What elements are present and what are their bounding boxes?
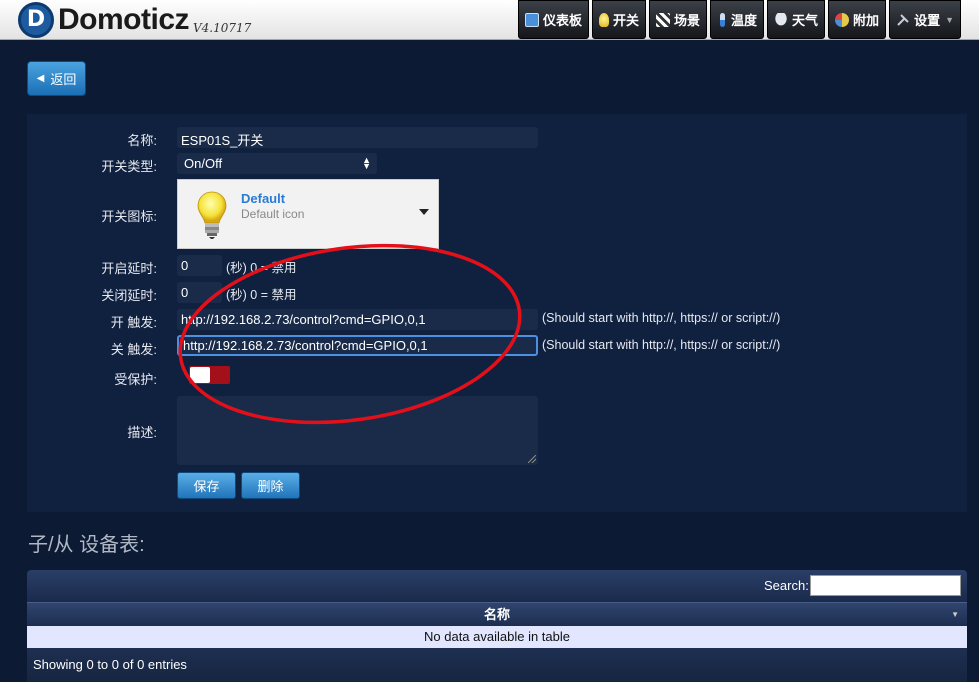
off-action-label: 关 触发: <box>110 342 157 357</box>
lightbulb-icon <box>197 191 227 239</box>
on-delay-input[interactable]: 0 <box>177 255 222 276</box>
domoticz-logo-icon: D <box>18 2 54 38</box>
on-action-label: 开 触发: <box>110 315 157 330</box>
sub-devices-title: 子/从 设备表: <box>28 534 145 556</box>
nav-weather[interactable]: 天气 <box>767 0 826 39</box>
on-action-input[interactable]: http://192.168.2.73/control?cmd=GPIO,0,1 <box>177 309 538 330</box>
on-action-hint: (Should start with http://, https:// or … <box>542 311 781 325</box>
icon-description: Default icon <box>241 207 305 221</box>
switch-type-label: 开关类型: <box>101 159 157 174</box>
off-action-hint: (Should start with http://, https:// or … <box>542 338 781 352</box>
back-button-label: 返回 <box>50 72 77 87</box>
switch-icon-label: 开关图标: <box>101 209 157 224</box>
nav-label: 场景 <box>674 13 701 28</box>
icon-name: Default <box>241 191 286 206</box>
nav-label: 温度 <box>731 13 758 28</box>
on-delay-hint: (秒) 0 = 禁用 <box>226 261 297 275</box>
nav-label: 设置 <box>914 13 941 28</box>
nav-setup[interactable]: 设置 ▼ <box>889 0 961 39</box>
lightbulb-icon <box>598 12 609 27</box>
gauge-icon <box>835 12 850 27</box>
dropdown-caret-icon: ▼ <box>945 14 954 25</box>
sub-devices-table: Search: 名称 ▼ No data available in table … <box>27 570 967 682</box>
nav-label: 仪表板 <box>542 13 582 28</box>
nav-label: 开关 <box>612 13 639 28</box>
nav-temperature[interactable]: 温度 <box>710 0 765 39</box>
chevron-down-icon <box>419 209 429 215</box>
column-header-name[interactable]: 名称 ▼ <box>27 602 967 626</box>
column-header-label: 名称 <box>483 607 510 622</box>
name-input[interactable]: ESP01S_开关 <box>177 127 538 148</box>
app-name: Domoticz <box>58 3 190 36</box>
back-button[interactable]: ◀ 返回 <box>27 61 86 96</box>
off-action-input[interactable]: http://192.168.2.73/control?cmd=GPIO,0,1 <box>177 335 538 356</box>
name-label: 名称: <box>127 133 157 148</box>
nav-utility[interactable]: 附加 <box>828 0 887 39</box>
main-nav: 仪表板 开关 场景 温度 天气 附加 设置 ▼ <box>517 0 961 39</box>
app-version: V4.10717 <box>193 21 252 35</box>
switch-icon-select[interactable]: Default Default icon <box>177 179 439 249</box>
weather-icon <box>774 12 789 27</box>
logo[interactable]: D Domoticz V4.10717 <box>18 2 251 38</box>
description-label: 描述: <box>127 425 157 440</box>
clapperboard-icon <box>656 12 670 27</box>
tools-icon <box>897 13 909 26</box>
table-empty-row: No data available in table <box>27 626 967 648</box>
device-edit-form: 名称: ESP01S_开关 开关类型: On/Off ▲ ▼ 开关图标: Defa… <box>27 114 967 512</box>
table-info: Showing 0 to 0 of 0 entries <box>33 657 187 672</box>
protected-toggle[interactable] <box>189 366 230 384</box>
sort-icon: ▼ <box>951 610 959 619</box>
nav-dashboard[interactable]: 仪表板 <box>517 0 589 39</box>
table-toolbar: Search: <box>27 570 967 602</box>
switch-type-select[interactable]: On/Off ▲ ▼ <box>177 153 377 174</box>
save-button[interactable]: 保存 <box>177 472 236 499</box>
top-bar: D Domoticz V4.10717 仪表板 开关 场景 温度 天气 附加 设… <box>0 0 979 40</box>
logo-letter: D <box>26 7 46 32</box>
on-delay-label: 开启延时: <box>101 261 157 276</box>
nav-switches[interactable]: 开关 <box>591 0 646 39</box>
dashboard-icon <box>524 12 539 27</box>
thermometer-icon <box>720 12 726 27</box>
off-delay-input[interactable]: 0 <box>177 282 222 303</box>
toggle-knob <box>190 367 210 383</box>
select-arrows-icon: ▲ ▼ <box>362 155 371 171</box>
off-delay-label: 关闭延时: <box>101 288 157 303</box>
nav-label: 附加 <box>853 13 880 28</box>
resize-handle-icon[interactable] <box>528 455 536 463</box>
search-label: Search: <box>764 578 809 593</box>
table-footer: Showing 0 to 0 of 0 entries <box>27 648 967 682</box>
off-delay-hint: (秒) 0 = 禁用 <box>226 288 297 302</box>
chevron-left-icon: ◀ <box>36 73 45 84</box>
description-textarea[interactable] <box>177 396 538 465</box>
nav-label: 天气 <box>792 13 819 28</box>
delete-button[interactable]: 删除 <box>241 472 300 499</box>
nav-scenes[interactable]: 场景 <box>649 0 708 39</box>
switch-type-value: On/Off <box>184 156 223 171</box>
search-input[interactable] <box>810 575 961 596</box>
protected-label: 受保护: <box>114 372 157 387</box>
